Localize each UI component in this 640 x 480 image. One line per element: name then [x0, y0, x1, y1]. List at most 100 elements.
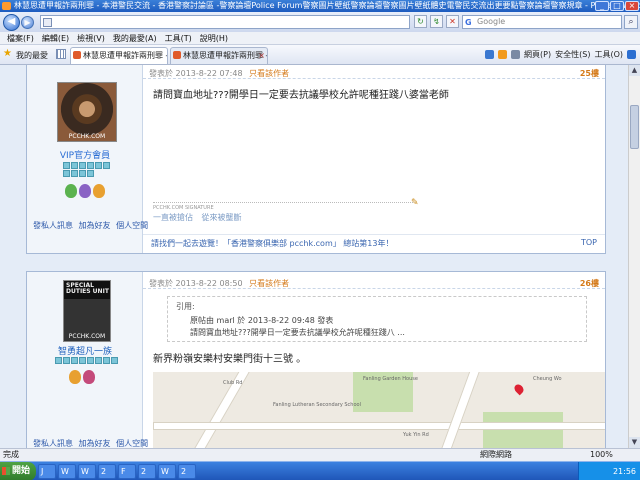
favorites-label[interactable]: 我的最愛 [16, 50, 48, 61]
avatar-caption: PCCHK.COM [68, 333, 106, 340]
print-button[interactable] [511, 49, 521, 60]
taskbar-item[interactable]: W [78, 464, 96, 479]
signature-divider [153, 202, 413, 203]
rank-badges [55, 357, 123, 364]
page-viewport: PCCHK.COM VIP官方會員 發私人訊息 加為好友 個人空間 發表於 20… [0, 65, 628, 448]
menu-tools[interactable]: 工具(T) [161, 32, 196, 44]
pencil-icon: ✎ [411, 198, 419, 208]
address-bar: ◀ ▶ ↻ ↯ ✕ G Google ⌕ [0, 12, 640, 32]
menu-view[interactable]: 檢視(V) [73, 32, 109, 44]
author-only-link[interactable]: 只看該作者 [249, 279, 289, 288]
top-link[interactable]: TOP [581, 238, 597, 247]
tab-favicon-icon [73, 51, 81, 59]
rank-badge-icon [87, 170, 94, 177]
forum-post: PCCHK.COM VIP官方會員 發私人訊息 加為好友 個人空間 發表於 20… [26, 65, 606, 254]
rank-badge-icon [87, 162, 94, 169]
taskbar-item[interactable]: F [118, 464, 136, 479]
status-bar: 完成 網際網路 100% [0, 448, 640, 461]
vertical-scrollbar[interactable]: ▲ ▼ [628, 65, 640, 448]
safety-menu[interactable]: 安全性(S) [555, 49, 590, 60]
scroll-down-icon[interactable]: ▼ [629, 437, 640, 448]
search-button[interactable]: ⌕ [624, 15, 638, 29]
page-menu[interactable]: 網頁(P) [524, 49, 551, 60]
help-button[interactable] [627, 49, 636, 60]
menu-help[interactable]: 說明(H) [196, 32, 232, 44]
username[interactable]: VIP官方會員 [27, 148, 143, 161]
star-icon[interactable]: ★ [3, 49, 12, 59]
post-author-panel: PCCHK.COM VIP官方會員 發私人訊息 加為好友 個人空間 [27, 65, 148, 253]
rss-button[interactable] [498, 49, 508, 60]
url-input[interactable] [40, 15, 410, 29]
author-only-link[interactable]: 只看該作者 [249, 69, 289, 78]
ie-icon [2, 2, 11, 10]
signature-link[interactable]: 一直被搶佔 [153, 213, 193, 222]
tab-inactive[interactable]: 林慧思遭甲報詐兩刑罪 - 香港警察... × [170, 47, 268, 64]
map-label: Yuk Yin Rd [403, 432, 429, 438]
medal-icon [79, 184, 91, 198]
scroll-thumb[interactable] [630, 105, 639, 149]
taskbar-item[interactable]: J [38, 464, 56, 479]
minimize-button[interactable]: _ [595, 1, 609, 11]
taskbar-item[interactable]: W [58, 464, 76, 479]
add-friend-link[interactable]: 加為好友 [79, 221, 111, 230]
menu-edit[interactable]: 編輯(E) [38, 32, 73, 44]
forum-footnote-link[interactable]: 請找們一起去遊覽！「香港警察俱樂部 pcchk.com」 總站第13年！ [151, 238, 393, 249]
medals [65, 184, 105, 198]
medal-icon [83, 370, 95, 384]
start-label: 開始 [12, 466, 31, 476]
home-button[interactable] [485, 49, 495, 60]
rank-badge-icon [63, 162, 70, 169]
stop-icon[interactable]: ✕ [446, 15, 459, 28]
rank-badge-icon [79, 357, 86, 364]
scroll-up-icon[interactable]: ▲ [629, 65, 640, 76]
compat-icon[interactable]: ↯ [430, 15, 443, 28]
send-message-link[interactable]: 發私人訊息 [33, 221, 73, 230]
map-park [483, 412, 563, 448]
add-friend-link[interactable]: 加為好友 [79, 439, 111, 448]
signature-link[interactable]: 從來被壟斷 [202, 213, 242, 222]
divider [143, 78, 605, 79]
close-button[interactable]: × [625, 1, 639, 11]
google-icon: G [465, 18, 472, 27]
avatar[interactable]: SPECIAL DUTIES UNIT PCCHK.COM [63, 280, 111, 342]
profile-link[interactable]: 個人空間 [116, 439, 148, 448]
rank-badge-icon [63, 357, 70, 364]
embedded-map[interactable]: Fanling Garden House Fanling Lutheran Se… [153, 372, 605, 448]
start-button[interactable]: 開始 [0, 462, 36, 480]
zoom-level[interactable]: 100% [590, 449, 613, 461]
taskbar-item[interactable]: 2 [98, 464, 116, 479]
avatar[interactable]: PCCHK.COM [57, 82, 117, 142]
taskbar-item[interactable]: W [158, 464, 176, 479]
tab-title: 林慧思遭甲報詐兩刑罪 - 本港警... [83, 51, 167, 60]
profile-link[interactable]: 個人空間 [116, 221, 148, 230]
home-icon [485, 50, 495, 59]
print-icon [511, 50, 521, 59]
clock[interactable]: 21:56 [613, 467, 636, 476]
signature-links: 一直被搶佔 從來被壟斷 [153, 212, 248, 223]
system-tray: 21:56 [578, 462, 640, 480]
map-pin-icon[interactable] [512, 382, 526, 396]
map-label: Club Rd [223, 380, 243, 386]
maximize-button[interactable]: □ [610, 1, 624, 11]
rank-badge-icon [95, 357, 102, 364]
medal-icon [69, 370, 81, 384]
tools-menu[interactable]: 工具(O) [594, 49, 623, 60]
tab-active[interactable]: 林慧思遭甲報詐兩刑罪 - 本港警... [70, 47, 168, 64]
quick-tabs-icon[interactable] [56, 49, 66, 59]
menu-favorites[interactable]: 我的最愛(A) [109, 32, 161, 44]
send-message-link[interactable]: 發私人訊息 [33, 439, 73, 448]
rank-badge-icon [71, 162, 78, 169]
back-button[interactable]: ◀ [3, 14, 20, 31]
rank-badge-icon [55, 357, 62, 364]
taskbar-item[interactable]: 2 [138, 464, 156, 479]
refresh-icon[interactable]: ↻ [414, 15, 427, 28]
menu-file[interactable]: 檔案(F) [3, 32, 38, 44]
forward-button[interactable]: ▶ [21, 16, 34, 29]
tab-favicon-icon [173, 51, 181, 59]
taskbar-item[interactable]: 2 [178, 464, 196, 479]
search-input[interactable]: G Google [462, 15, 622, 29]
map-label: Fanling Garden House [363, 376, 418, 382]
tab-close-icon[interactable]: × [258, 48, 265, 63]
quote-meta: 原帖由 marl 於 2013-8-22 09:48 發表 [190, 316, 334, 325]
username[interactable]: 智勇超凡一族 [27, 344, 143, 357]
